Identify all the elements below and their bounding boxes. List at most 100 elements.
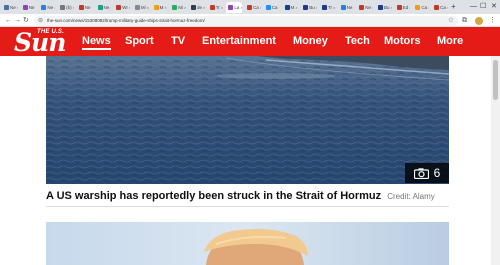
browser-tab[interactable]: Bu× <box>376 2 392 13</box>
browser-tab[interactable]: Ca× <box>413 2 429 13</box>
tab-favicon-icon <box>172 5 178 10</box>
tab-label: Bu <box>309 5 315 10</box>
tab-close-icon[interactable]: × <box>391 5 392 10</box>
close-window-button[interactable]: ✕ <box>491 2 497 12</box>
nav-more[interactable]: More <box>437 35 463 47</box>
nav-news[interactable]: News <box>82 35 111 50</box>
tab-close-icon[interactable]: × <box>353 5 354 10</box>
hero-image[interactable] <box>46 56 449 184</box>
browser-tab[interactable]: Bu× <box>301 2 317 13</box>
tab-favicon-icon <box>303 5 309 10</box>
tab-label: Mi <box>178 5 184 10</box>
browser-tab[interactable]: Ca× <box>245 2 261 13</box>
tab-close-icon[interactable]: × <box>221 5 223 10</box>
camera-icon <box>413 167 429 179</box>
nav-money[interactable]: Money <box>293 35 328 47</box>
tab-close-icon[interactable]: × <box>316 5 317 10</box>
browser-tab[interactable]: Ne× <box>357 2 373 13</box>
browser-tab[interactable]: La × <box>226 2 243 13</box>
tab-close-icon[interactable]: × <box>92 5 93 10</box>
sun-logo[interactable]: THE U.S. Sun <box>14 28 72 55</box>
scrollbar-thumb[interactable] <box>493 60 498 100</box>
browser-tab[interactable]: Ne× <box>96 2 111 13</box>
nav-tech[interactable]: Tech <box>345 35 370 47</box>
tab-close-icon[interactable]: × <box>372 5 373 10</box>
tab-label: Ne <box>28 5 35 10</box>
tab-close-icon[interactable]: × <box>295 5 297 10</box>
tab-close-icon[interactable]: × <box>260 5 261 10</box>
tab-close-icon[interactable]: × <box>54 5 55 10</box>
browser-tab[interactable]: Mi × <box>133 2 149 13</box>
tab-close-icon[interactable]: × <box>428 5 429 10</box>
browser-tab[interactable]: WI × <box>114 2 130 13</box>
second-image[interactable] <box>46 222 449 265</box>
tab-label: Ne <box>47 5 54 10</box>
nav-entertainment[interactable]: Entertainment <box>202 35 276 47</box>
reload-button[interactable]: ↻ <box>23 15 29 26</box>
new-tab-button[interactable]: + <box>451 2 456 12</box>
profile-avatar[interactable] <box>475 16 483 25</box>
browser-tab[interactable]: Tr × <box>320 2 336 13</box>
browser-tab[interactable]: M × <box>152 2 168 13</box>
url-text[interactable]: the-sun.com/news/15308082/trump-military… <box>47 18 205 23</box>
menu-icon[interactable]: ⋮ <box>489 15 496 26</box>
browser-tab[interactable]: Ne× <box>2 2 18 13</box>
tab-close-icon[interactable]: × <box>147 5 149 10</box>
tab-favicon-icon <box>191 5 196 10</box>
browser-tab[interactable]: M × <box>283 2 299 13</box>
tab-close-icon[interactable]: × <box>184 5 186 10</box>
extensions-icon[interactable]: ⧉ <box>462 15 467 26</box>
forward-button[interactable]: → <box>14 15 21 26</box>
tab-label: Ne <box>346 5 353 10</box>
browser-tab[interactable]: de × <box>189 2 205 13</box>
minimize-button[interactable]: — <box>470 2 477 12</box>
image-caption: A US warship has reportedly been struck … <box>46 190 435 202</box>
tab-favicon-icon <box>41 5 47 10</box>
back-button[interactable]: ← <box>5 15 12 26</box>
tab-label: Ed <box>402 5 409 10</box>
star-icon[interactable]: ☆ <box>448 16 454 25</box>
tab-close-icon[interactable]: × <box>164 5 166 10</box>
tab-label: La <box>234 5 240 10</box>
lock-icon[interactable]: ⊜ <box>38 17 43 25</box>
url-field[interactable]: ⊜ the-sun.com/news/15308082/trump-milita… <box>34 15 458 26</box>
tab-close-icon[interactable]: × <box>73 5 74 10</box>
tab-label: Tr <box>327 5 332 10</box>
tab-label: Ne <box>365 5 372 10</box>
tab-favicon-icon <box>60 5 66 10</box>
tab-favicon-icon <box>378 5 383 10</box>
tab-close-icon[interactable]: × <box>409 5 410 10</box>
browser-tab[interactable]: Ca× <box>264 2 280 13</box>
nav-sport[interactable]: Sport <box>125 35 154 47</box>
tab-close-icon[interactable]: × <box>17 5 18 10</box>
browser-tab[interactable]: Ne× <box>339 2 354 13</box>
nav-motors[interactable]: Motors <box>384 35 421 47</box>
browser-tab[interactable]: Tr × <box>208 2 224 13</box>
tab-close-icon[interactable]: × <box>240 5 242 10</box>
tab-close-icon[interactable]: × <box>110 5 111 10</box>
browser-tab[interactable]: Ne× <box>77 2 93 13</box>
tab-favicon-icon <box>340 5 346 10</box>
gallery-button[interactable]: 6 <box>405 163 449 183</box>
tab-favicon-icon <box>97 5 103 10</box>
tab-favicon-icon <box>247 5 253 10</box>
browser-tab[interactable]: Ca× <box>432 2 448 13</box>
tab-favicon-icon <box>359 5 365 10</box>
browser-tab[interactable]: Mi × <box>170 2 186 13</box>
page-scrollbar[interactable] <box>491 56 500 265</box>
tab-favicon-icon <box>116 5 122 10</box>
tab-label: WI <box>122 5 128 10</box>
nav-tv[interactable]: TV <box>171 35 185 47</box>
browser-tab[interactable]: Ne× <box>39 2 55 13</box>
tab-favicon-icon <box>134 5 140 10</box>
browser-tab[interactable]: Ed× <box>395 2 410 13</box>
tab-close-icon[interactable]: × <box>279 5 280 10</box>
tab-close-icon[interactable]: × <box>129 5 130 10</box>
tab-close-icon[interactable]: × <box>447 5 448 10</box>
maximize-button[interactable]: ☐ <box>480 2 486 12</box>
tab-close-icon[interactable]: × <box>333 5 335 10</box>
tab-close-icon[interactable]: × <box>203 5 205 10</box>
tab-close-icon[interactable]: × <box>35 5 36 10</box>
browser-tab[interactable]: Ne× <box>21 2 36 13</box>
browser-tab[interactable]: (b) × <box>58 2 74 13</box>
